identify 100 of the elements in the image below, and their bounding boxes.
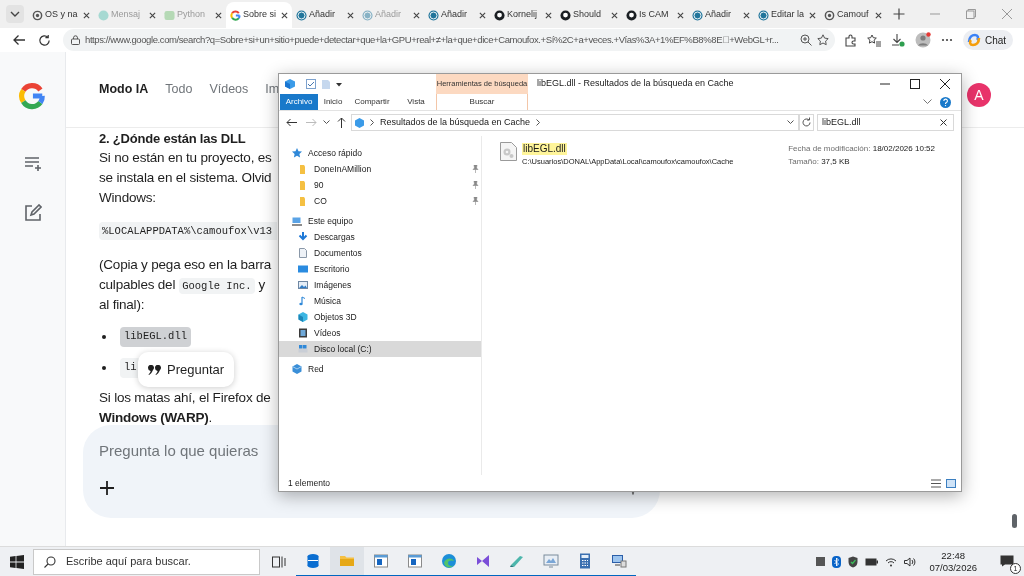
task-view-icon[interactable] bbox=[272, 555, 286, 568]
profile-icon[interactable] bbox=[915, 32, 931, 48]
bluetooth-icon[interactable] bbox=[832, 555, 842, 568]
browser-tab[interactable]: OS y na bbox=[28, 2, 94, 28]
close-icon[interactable] bbox=[677, 11, 684, 19]
address-bar[interactable]: https://www.google.com/search?q=Sobre+si+un+sitio+puede+detectar+que+la+GPU+real+≠+la+que+dice+Camoufox.+Sí%2C+a+veces.+Vías%3A+1%EF%B8%8E⃣+WebGL+r... bbox=[63, 29, 835, 51]
nav-item[interactable]: Descargas bbox=[279, 229, 481, 245]
file-name[interactable]: libEGL.dll bbox=[522, 143, 567, 155]
nav-tab[interactable]: Modo IA bbox=[99, 80, 149, 99]
properties-icon[interactable] bbox=[306, 79, 316, 89]
address-box[interactable]: Resultados de la búsqueda en Cache bbox=[351, 114, 799, 131]
nav-item[interactable]: Escritorio bbox=[279, 261, 481, 277]
ribbon-tab[interactable]: Buscar bbox=[436, 94, 528, 110]
nav-item[interactable]: Este equipo bbox=[279, 213, 481, 229]
nav-item[interactable]: Acceso rápido bbox=[279, 145, 481, 161]
help-icon[interactable] bbox=[940, 96, 951, 108]
tab-list-icon[interactable] bbox=[6, 5, 24, 23]
pin-icon[interactable] bbox=[472, 181, 479, 189]
close-icon[interactable] bbox=[545, 11, 552, 19]
close-icon[interactable] bbox=[875, 11, 882, 19]
nav-item[interactable]: Imágenes bbox=[279, 277, 481, 293]
close-icon[interactable] bbox=[413, 11, 420, 19]
nav-item[interactable]: Documentos bbox=[279, 245, 481, 261]
nav-tab[interactable]: Vídeos bbox=[209, 80, 249, 99]
chevron-down-icon[interactable] bbox=[787, 120, 794, 125]
browser-tab[interactable]: Is CAM bbox=[622, 2, 688, 28]
nav-item[interactable]: Red bbox=[279, 361, 481, 377]
nav-item[interactable]: Vídeos bbox=[279, 325, 481, 341]
browser-tab[interactable]: Should bbox=[556, 2, 622, 28]
list-add-icon[interactable] bbox=[23, 156, 42, 172]
close-icon[interactable] bbox=[347, 11, 354, 19]
close-icon[interactable] bbox=[940, 79, 950, 89]
search-field[interactable]: libEGL.dll bbox=[817, 114, 954, 131]
wifi-icon[interactable] bbox=[885, 556, 898, 567]
start-icon[interactable] bbox=[10, 554, 24, 569]
close-icon[interactable] bbox=[281, 11, 288, 19]
battery-icon[interactable] bbox=[865, 557, 879, 566]
browser-tab[interactable]: Camouf bbox=[820, 2, 886, 28]
close-icon[interactable] bbox=[149, 11, 156, 19]
tab-title: Añadir bbox=[375, 8, 402, 22]
download-icon[interactable] bbox=[891, 33, 905, 47]
browser-tab[interactable]: Añadir bbox=[688, 2, 754, 28]
details-view-icon[interactable] bbox=[931, 478, 941, 488]
app-icon[interactable] bbox=[285, 79, 295, 89]
pin-icon[interactable] bbox=[472, 197, 479, 205]
close-icon[interactable] bbox=[809, 11, 816, 19]
browser-tab[interactable]: Editar la bbox=[754, 2, 820, 28]
tiles-view-icon[interactable] bbox=[946, 478, 956, 488]
taskbar-app[interactable] bbox=[330, 546, 364, 576]
more-icon[interactable] bbox=[941, 38, 953, 42]
nav-tab[interactable]: Todo bbox=[165, 80, 193, 99]
nav-tab[interactable]: Im bbox=[265, 80, 280, 99]
nav-item[interactable]: Música bbox=[279, 293, 481, 309]
nav-item[interactable]: 90 bbox=[279, 177, 481, 193]
reload-icon[interactable] bbox=[38, 33, 51, 47]
clear-icon[interactable] bbox=[940, 119, 947, 126]
chevron-down-icon[interactable] bbox=[323, 120, 330, 125]
square-icon[interactable] bbox=[816, 557, 826, 566]
refresh-icon[interactable] bbox=[799, 114, 814, 131]
ask-button[interactable]: Preguntar bbox=[138, 352, 235, 387]
ribbon-tab[interactable]: Archivo bbox=[280, 94, 318, 110]
dropdown-icon[interactable] bbox=[336, 81, 342, 87]
new-tab-icon[interactable] bbox=[893, 8, 905, 20]
browser-tab[interactable]: Añadir bbox=[292, 2, 358, 28]
logo-icon[interactable] bbox=[18, 82, 46, 110]
taskbar-search[interactable]: Escribe aquí para buscar. bbox=[33, 548, 260, 575]
puzzle-icon[interactable] bbox=[844, 33, 857, 47]
edit-icon[interactable] bbox=[23, 204, 42, 222]
close-icon[interactable] bbox=[215, 11, 222, 19]
nav-item[interactable]: CO bbox=[279, 193, 481, 209]
star-icon[interactable] bbox=[817, 34, 829, 46]
browser-tab[interactable]: Sobre si bbox=[226, 2, 292, 28]
ribbon-tab[interactable]: Vista bbox=[396, 94, 436, 110]
pin-icon[interactable] bbox=[472, 165, 479, 173]
zoom-icon[interactable] bbox=[800, 34, 812, 46]
chevron-down-icon[interactable] bbox=[923, 99, 932, 105]
browser-tab[interactable]: Añadir bbox=[424, 2, 490, 28]
up-icon[interactable] bbox=[337, 117, 346, 128]
back-icon[interactable] bbox=[286, 118, 297, 127]
volume-icon[interactable] bbox=[904, 556, 917, 567]
chat-button[interactable]: Chat bbox=[963, 30, 1014, 50]
shield-icon[interactable] bbox=[848, 555, 859, 568]
favorites-icon[interactable] bbox=[867, 33, 881, 47]
back-icon[interactable] bbox=[12, 33, 26, 47]
ribbon-tab[interactable]: Inicio bbox=[318, 94, 348, 110]
close-icon[interactable] bbox=[611, 11, 618, 19]
breadcrumb[interactable]: Resultados de la búsqueda en Cache bbox=[380, 115, 531, 130]
close-icon[interactable] bbox=[83, 11, 90, 19]
clock[interactable]: 22:48 07/03/2026 bbox=[929, 549, 977, 574]
ribbon-tab[interactable]: Compartir bbox=[348, 94, 396, 110]
close-icon[interactable] bbox=[479, 11, 486, 19]
nav-item[interactable]: Objetos 3D bbox=[279, 309, 481, 325]
nav-item[interactable]: DoneInAMillion bbox=[279, 161, 481, 177]
plus-icon[interactable] bbox=[100, 481, 114, 495]
clock-time: 22:48 bbox=[941, 549, 966, 562]
close-icon[interactable] bbox=[743, 11, 750, 19]
scrollbar-thumb[interactable] bbox=[1012, 514, 1017, 528]
browser-tab[interactable]: Kornelij bbox=[490, 2, 556, 28]
nav-item[interactable]: Disco local (C:) bbox=[279, 341, 481, 357]
maximize-icon[interactable] bbox=[910, 79, 920, 89]
